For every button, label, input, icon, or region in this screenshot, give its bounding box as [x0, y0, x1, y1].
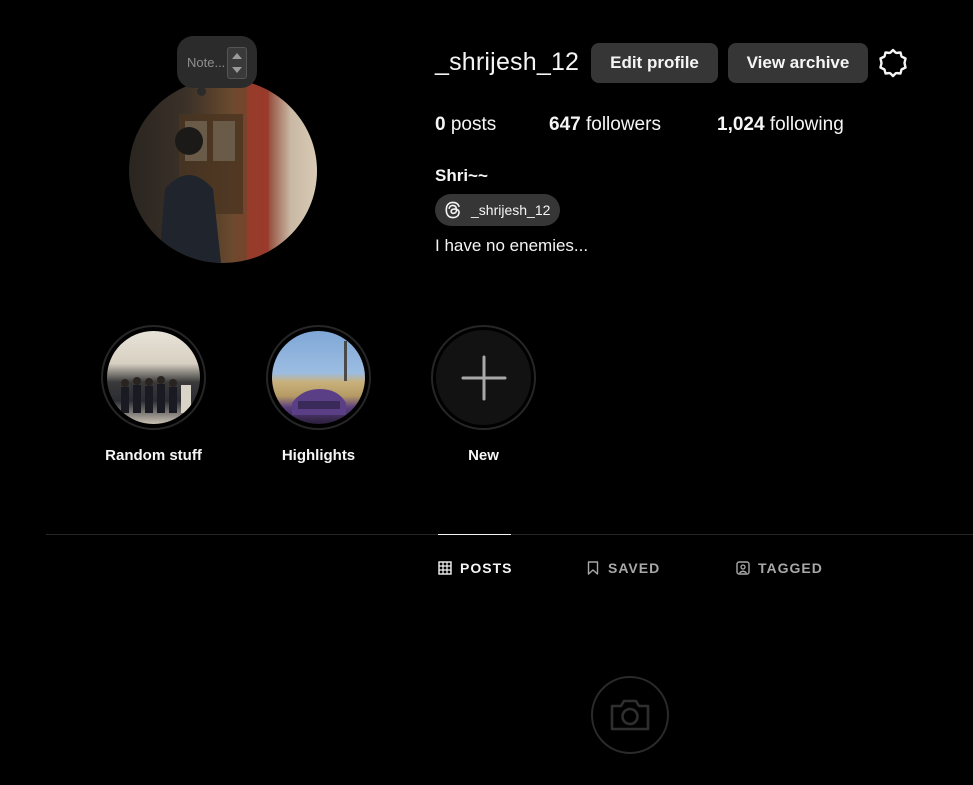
view-archive-button[interactable]: View archive	[728, 43, 868, 83]
highlight-cover-image	[107, 331, 200, 424]
note-stepper[interactable]	[227, 47, 247, 79]
plus-icon	[461, 355, 506, 400]
tab-saved[interactable]: SAVED	[586, 558, 660, 578]
note-bubble-tail	[197, 87, 206, 96]
edit-profile-button[interactable]: Edit profile	[591, 43, 718, 83]
tab-saved-label: SAVED	[608, 560, 661, 576]
following-count-value: 1,024	[717, 114, 765, 135]
note-bubble[interactable]: Note...	[177, 36, 257, 88]
posts-count-label: posts	[450, 114, 497, 135]
followers-link[interactable]: 647 followers	[549, 114, 661, 136]
threads-icon	[445, 201, 460, 219]
following-count-label: following	[769, 114, 844, 135]
highlight-label: Random stuff	[105, 447, 202, 464]
highlight-label: New	[468, 447, 499, 464]
followers-count-label: followers	[585, 114, 661, 135]
highlight-random-stuff[interactable]: Random stuff	[101, 325, 206, 464]
highlight-highlights[interactable]: Highlights	[266, 325, 371, 464]
posts-count: 0 posts	[435, 114, 496, 136]
threads-handle: _shrijesh_12	[471, 202, 551, 218]
profile-full-name: Shri~~	[435, 166, 488, 185]
followers-count-value: 647	[549, 114, 581, 135]
tab-tagged-label: TAGGED	[758, 560, 823, 576]
grid-icon	[438, 561, 452, 575]
profile-bio: I have no enemies...	[435, 236, 589, 255]
threads-badge[interactable]: _shrijesh_12	[435, 194, 561, 226]
bookmark-icon	[587, 561, 599, 575]
profile-username: _shrijesh_12	[435, 48, 580, 76]
tagged-person-icon	[736, 561, 750, 575]
highlight-label: Highlights	[281, 447, 356, 464]
gear-icon[interactable]	[877, 47, 909, 79]
new-highlight-button[interactable]: New	[431, 325, 536, 464]
following-link[interactable]: 1,024 following	[717, 114, 844, 136]
tab-tagged[interactable]: TAGGED	[736, 558, 823, 578]
highlight-ring	[266, 325, 371, 430]
posts-count-value: 0	[435, 114, 446, 135]
tab-posts-label: POSTS	[460, 560, 513, 576]
tab-posts[interactable]: POSTS	[438, 558, 512, 578]
note-placeholder: Note...	[187, 54, 226, 70]
highlight-cover-image	[272, 331, 365, 424]
new-highlight-circle	[436, 330, 531, 425]
camera-icon	[591, 676, 669, 754]
profile-avatar[interactable]	[129, 79, 317, 263]
highlight-ring	[101, 325, 206, 430]
highlight-ring	[431, 325, 536, 430]
active-tab-indicator	[438, 534, 511, 535]
